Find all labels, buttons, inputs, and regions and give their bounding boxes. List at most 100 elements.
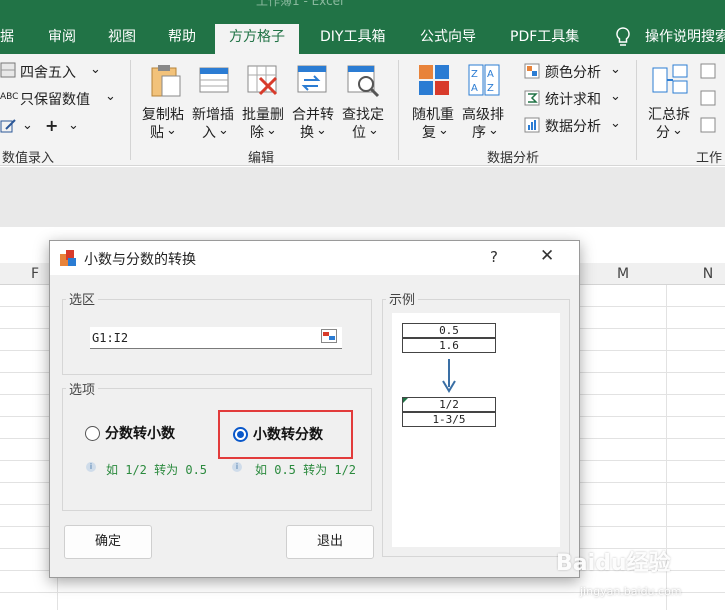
watermark-sub: jingyan.baidu.com bbox=[580, 585, 682, 598]
summary-split-button-line2[interactable]: 分 bbox=[656, 122, 670, 142]
chevron-down-icon[interactable]: ⌄ bbox=[22, 118, 33, 133]
merge-convert-button[interactable]: 合并转 bbox=[292, 104, 334, 124]
watermark-text: Baidu经验 bbox=[556, 551, 671, 576]
tab-review[interactable]: 审阅 bbox=[48, 24, 76, 54]
search-help[interactable]: 操作说明搜索 bbox=[645, 24, 725, 54]
down-arrow-icon bbox=[442, 359, 456, 393]
advanced-sort-button-line2[interactable]: 序 bbox=[472, 122, 486, 142]
advanced-sort-button[interactable]: 高级排 bbox=[462, 104, 504, 124]
copy-paste-button[interactable]: 复制粘 bbox=[142, 104, 184, 124]
svg-text:Z: Z bbox=[471, 69, 478, 80]
info-icon: i bbox=[232, 462, 242, 472]
data-analysis-icon bbox=[524, 117, 540, 133]
chevron-down-icon[interactable]: ⌄ bbox=[316, 123, 327, 138]
data-analysis-button[interactable]: 数据分析 bbox=[545, 116, 601, 136]
insert-rows-icon bbox=[199, 67, 229, 93]
dialog-title-bar[interactable]: 小数与分数的转换 ? ✕ bbox=[50, 241, 579, 275]
insert-button-line2[interactable]: 入 bbox=[202, 122, 216, 142]
group-label-numeric: 数值录入 bbox=[2, 151, 55, 166]
chevron-down-icon[interactable]: ⌄ bbox=[610, 62, 621, 77]
ribbon-tab-bar: 工作簿1 - Excel 据 审阅 视图 帮助 方方格子 DIY工具箱 公式向导… bbox=[0, 0, 725, 55]
tab-help[interactable]: 帮助 bbox=[168, 24, 196, 54]
merge-convert-icon bbox=[297, 65, 327, 93]
tab-view[interactable]: 视图 bbox=[108, 24, 136, 54]
chevron-down-icon[interactable]: ⌄ bbox=[368, 123, 379, 138]
color-analysis-icon bbox=[524, 63, 540, 79]
group-label-edit: 编辑 bbox=[248, 151, 275, 166]
keep-value-button[interactable]: 只保留数值 bbox=[20, 89, 90, 109]
stat-sum-button[interactable]: 统计求和 bbox=[545, 89, 601, 109]
radio-label: 分数转小数 bbox=[105, 426, 175, 442]
group-label-analysis: 数据分析 bbox=[487, 151, 540, 166]
formula-bar-area bbox=[0, 167, 725, 227]
example-after-cell: 1-3/5 bbox=[402, 412, 496, 427]
group-label-work: 工作 bbox=[696, 151, 723, 166]
chevron-down-icon[interactable]: ⌄ bbox=[610, 116, 621, 131]
edit-pen-icon[interactable] bbox=[0, 118, 16, 134]
column-header-f[interactable]: F bbox=[20, 263, 50, 285]
summary-split-button[interactable]: 汇总拆 bbox=[648, 104, 690, 124]
sheet-tool-icon bbox=[700, 90, 716, 106]
summary-split-icon bbox=[652, 64, 688, 94]
close-button[interactable]: ✕ bbox=[540, 246, 554, 266]
ribbon-body: 四舍五入 ⌄ ABC 只保留数值 ⌄ ⌄ + ⌄ 数值录入 复制粘 贴 ⌄ 新增… bbox=[0, 54, 725, 166]
round-icon bbox=[0, 62, 16, 78]
range-input[interactable] bbox=[90, 327, 342, 349]
tab-pdf-tools[interactable]: PDF工具集 bbox=[510, 24, 579, 54]
group-separator bbox=[130, 60, 131, 160]
ok-button[interactable]: 确定 bbox=[64, 525, 152, 559]
chevron-down-icon[interactable]: ⌄ bbox=[672, 123, 683, 138]
svg-text:A: A bbox=[471, 83, 478, 94]
chevron-down-icon[interactable]: ⌄ bbox=[218, 123, 229, 138]
stat-sum-icon bbox=[524, 90, 540, 106]
round-button[interactable]: 四舍五入 bbox=[20, 62, 76, 82]
color-analysis-button[interactable]: 颜色分析 bbox=[545, 62, 601, 82]
group-separator bbox=[636, 60, 637, 160]
random-repeat-button[interactable]: 随机重 bbox=[412, 104, 454, 124]
batch-delete-button[interactable]: 批量删 bbox=[242, 104, 284, 124]
radio-fraction-to-decimal[interactable]: 分数转小数 bbox=[85, 423, 175, 443]
copy-paste-button-line2[interactable]: 贴 bbox=[150, 122, 164, 142]
lightbulb-icon bbox=[616, 27, 630, 46]
tab-formula-wizard[interactable]: 公式向导 bbox=[420, 24, 476, 54]
hint-fraction-to-decimal: 如 1/2 转为 0.5 bbox=[106, 463, 208, 477]
chevron-down-icon[interactable]: ⌄ bbox=[266, 123, 277, 138]
example-panel: 0.5 1.6 1/2 1-3/5 bbox=[392, 313, 560, 547]
info-icon: i bbox=[86, 462, 96, 472]
app-logo-icon bbox=[60, 250, 76, 266]
tab-diy-toolbox[interactable]: DIY工具箱 bbox=[320, 24, 385, 54]
chevron-down-icon[interactable]: ⌄ bbox=[438, 123, 449, 138]
options-legend: 选项 bbox=[66, 379, 99, 398]
chevron-down-icon[interactable]: ⌄ bbox=[68, 118, 79, 133]
decimal-fraction-dialog: 小数与分数的转换 ? ✕ 选区 选项 分数转小数 小数转分数 i 如 1/2 转… bbox=[49, 240, 580, 578]
batch-delete-icon bbox=[247, 65, 278, 96]
selection-legend: 选区 bbox=[66, 289, 99, 308]
clipboard-icon bbox=[151, 65, 181, 97]
range-picker-icon[interactable] bbox=[321, 329, 337, 343]
chevron-down-icon[interactable]: ⌄ bbox=[105, 89, 116, 104]
find-locate-button[interactable]: 查找定 bbox=[342, 104, 384, 124]
help-button[interactable]: ? bbox=[490, 248, 498, 266]
svg-text:A: A bbox=[487, 69, 494, 80]
chevron-down-icon[interactable]: ⌄ bbox=[166, 123, 177, 138]
find-locate-icon bbox=[347, 65, 380, 98]
radio-circle[interactable] bbox=[85, 425, 100, 441]
tab-data[interactable]: 据 bbox=[0, 24, 14, 54]
svg-text:Z: Z bbox=[487, 83, 494, 94]
chevron-down-icon[interactable]: ⌄ bbox=[610, 89, 621, 104]
batch-delete-button-line2[interactable]: 除 bbox=[250, 122, 264, 142]
window-title-faint: 工作簿1 - Excel bbox=[256, 0, 344, 8]
chevron-down-icon[interactable]: ⌄ bbox=[90, 62, 101, 77]
merge-convert-button-line2[interactable]: 换 bbox=[300, 122, 314, 142]
find-locate-button-line2[interactable]: 位 bbox=[352, 122, 366, 142]
chevron-down-icon[interactable]: ⌄ bbox=[488, 123, 499, 138]
plus-button[interactable]: + bbox=[45, 116, 58, 135]
column-header-m[interactable]: M bbox=[608, 263, 638, 285]
tab-fangfange[interactable]: 方方格子 bbox=[215, 24, 299, 55]
random-repeat-button-line2[interactable]: 复 bbox=[422, 122, 436, 142]
insert-button[interactable]: 新增插 bbox=[192, 104, 234, 124]
example-before-cell: 0.5 bbox=[402, 323, 496, 338]
exit-button[interactable]: 退出 bbox=[286, 525, 374, 559]
random-repeat-icon bbox=[419, 65, 449, 95]
column-header-n[interactable]: N bbox=[693, 263, 723, 285]
